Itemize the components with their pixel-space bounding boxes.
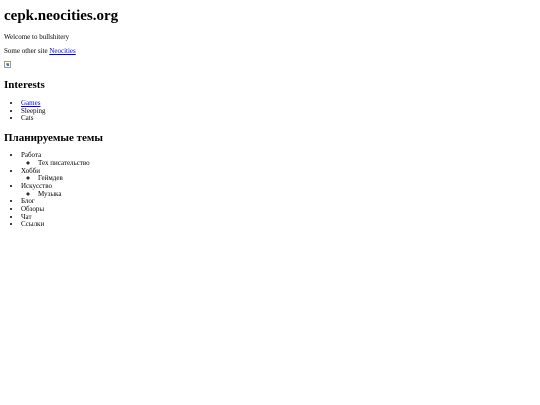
topic-label: Искусство: [21, 181, 52, 190]
interest-item-games: Games: [21, 99, 536, 108]
interest-item-cats: Cats: [21, 115, 536, 123]
planned-topics-list: Работа Тех писательство Хобби Геймдев Ис…: [4, 151, 536, 229]
topic-label: Работа: [21, 151, 42, 160]
interests-heading: Interests: [4, 79, 45, 91]
subtopic-list: Музыка: [21, 190, 536, 199]
other-site-prefix: Some other site: [4, 47, 50, 55]
topic-item-work: Работа Тех писательство: [21, 151, 536, 168]
broken-image-icon: [4, 61, 11, 68]
neocities-link[interactable]: Neocities: [49, 47, 75, 55]
topic-item-hobby: Хобби Геймдев: [21, 167, 536, 183]
welcome-text: Welcome to bullshitery: [4, 33, 70, 41]
planned-topics-heading: Планируемые темы: [4, 132, 103, 145]
subtopic-item: Музыка: [38, 190, 536, 199]
subtopic-list: Геймдев: [21, 175, 536, 183]
page-title: cepk.neocities.org: [4, 8, 119, 24]
topic-item-chat: Чат: [21, 213, 536, 222]
other-site-line: Some other site Neocities: [4, 47, 536, 55]
topic-item-art: Искусство Музыка: [21, 181, 536, 199]
subtopic-item: Тех писательство: [38, 159, 536, 168]
topic-item-blog: Блог: [21, 198, 536, 206]
games-link[interactable]: Games: [21, 99, 40, 107]
subtopic-item: Геймдев: [38, 175, 536, 183]
topic-item-links: Ссылки: [21, 221, 536, 229]
subtopic-list: Тех писательство: [21, 159, 536, 168]
image-container: [4, 55, 536, 70]
topic-item-reviews: Обзоры: [21, 205, 536, 214]
interests-list: Games Sleeping Cats: [4, 99, 536, 123]
page: cepk.neocities.org Welcome to bullshiter…: [4, 0, 536, 229]
interest-item-sleeping: Sleeping: [21, 107, 536, 116]
